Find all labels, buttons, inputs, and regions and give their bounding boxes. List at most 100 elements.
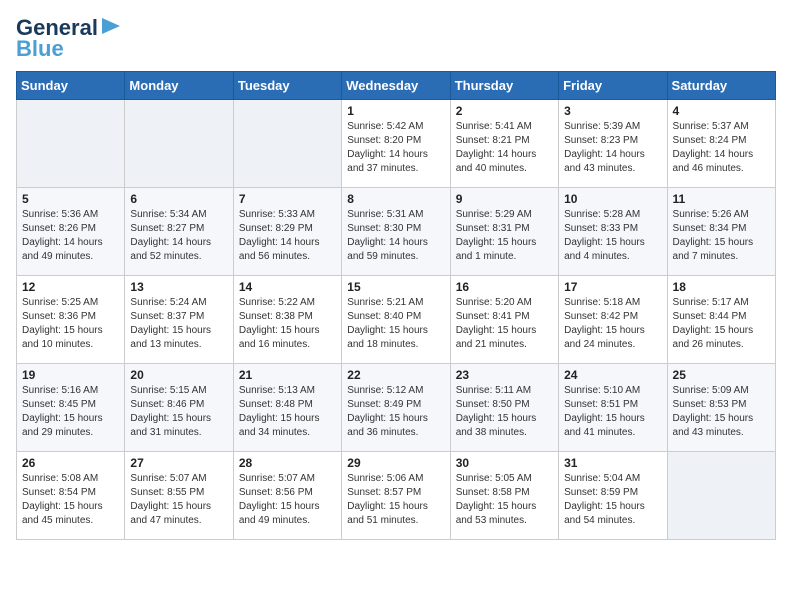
calendar-cell: 5 Sunrise: 5:36 AM Sunset: 8:26 PM Daylig…	[17, 188, 125, 276]
cell-info: Sunrise: 5:05 AM Sunset: 8:58 PM Dayligh…	[456, 472, 553, 528]
day-number: 30	[456, 456, 553, 470]
day-number: 2	[456, 104, 553, 118]
calendar-cell	[125, 100, 233, 188]
day-number: 28	[239, 456, 336, 470]
day-number: 29	[347, 456, 444, 470]
day-number: 16	[456, 280, 553, 294]
day-number: 14	[239, 280, 336, 294]
calendar-cell: 9 Sunrise: 5:29 AM Sunset: 8:31 PM Daylig…	[450, 188, 558, 276]
calendar-cell: 11 Sunrise: 5:26 AM Sunset: 8:34 PM Dayli…	[667, 188, 775, 276]
calendar-cell	[233, 100, 341, 188]
calendar-cell: 17 Sunrise: 5:18 AM Sunset: 8:42 PM Dayli…	[559, 276, 667, 364]
day-header-monday: Monday	[125, 72, 233, 100]
cell-info: Sunrise: 5:20 AM Sunset: 8:41 PM Dayligh…	[456, 296, 553, 352]
day-number: 19	[22, 368, 119, 382]
calendar-cell: 28 Sunrise: 5:07 AM Sunset: 8:56 PM Dayli…	[233, 452, 341, 540]
cell-info: Sunrise: 5:07 AM Sunset: 8:56 PM Dayligh…	[239, 472, 336, 528]
day-number: 25	[673, 368, 770, 382]
logo-arrow-icon	[102, 16, 122, 36]
cell-info: Sunrise: 5:10 AM Sunset: 8:51 PM Dayligh…	[564, 384, 661, 440]
day-number: 23	[456, 368, 553, 382]
day-number: 27	[130, 456, 227, 470]
cell-info: Sunrise: 5:39 AM Sunset: 8:23 PM Dayligh…	[564, 120, 661, 176]
cell-info: Sunrise: 5:24 AM Sunset: 8:37 PM Dayligh…	[130, 296, 227, 352]
cell-info: Sunrise: 5:22 AM Sunset: 8:38 PM Dayligh…	[239, 296, 336, 352]
cell-info: Sunrise: 5:26 AM Sunset: 8:34 PM Dayligh…	[673, 208, 770, 264]
day-number: 15	[347, 280, 444, 294]
cell-info: Sunrise: 5:29 AM Sunset: 8:31 PM Dayligh…	[456, 208, 553, 264]
calendar-cell: 12 Sunrise: 5:25 AM Sunset: 8:36 PM Dayli…	[17, 276, 125, 364]
cell-info: Sunrise: 5:42 AM Sunset: 8:20 PM Dayligh…	[347, 120, 444, 176]
calendar-cell: 23 Sunrise: 5:11 AM Sunset: 8:50 PM Dayli…	[450, 364, 558, 452]
cell-info: Sunrise: 5:36 AM Sunset: 8:26 PM Dayligh…	[22, 208, 119, 264]
cell-info: Sunrise: 5:07 AM Sunset: 8:55 PM Dayligh…	[130, 472, 227, 528]
calendar-cell: 24 Sunrise: 5:10 AM Sunset: 8:51 PM Dayli…	[559, 364, 667, 452]
cell-info: Sunrise: 5:34 AM Sunset: 8:27 PM Dayligh…	[130, 208, 227, 264]
calendar-cell: 6 Sunrise: 5:34 AM Sunset: 8:27 PM Daylig…	[125, 188, 233, 276]
day-number: 20	[130, 368, 227, 382]
day-number: 1	[347, 104, 444, 118]
day-number: 4	[673, 104, 770, 118]
page-header: General Blue	[16, 16, 776, 61]
calendar-cell: 1 Sunrise: 5:42 AM Sunset: 8:20 PM Daylig…	[342, 100, 450, 188]
day-number: 5	[22, 192, 119, 206]
cell-info: Sunrise: 5:16 AM Sunset: 8:45 PM Dayligh…	[22, 384, 119, 440]
calendar-cell: 20 Sunrise: 5:15 AM Sunset: 8:46 PM Dayli…	[125, 364, 233, 452]
calendar-cell: 15Sunrise: 5:21 AM Sunset: 8:40 PM Dayli…	[342, 276, 450, 364]
calendar-cell: 13 Sunrise: 5:24 AM Sunset: 8:37 PM Dayli…	[125, 276, 233, 364]
cell-info: Sunrise: 5:04 AM Sunset: 8:59 PM Dayligh…	[564, 472, 661, 528]
day-number: 31	[564, 456, 661, 470]
day-number: 26	[22, 456, 119, 470]
day-number: 22	[347, 368, 444, 382]
day-number: 8	[347, 192, 444, 206]
day-number: 24	[564, 368, 661, 382]
cell-info: Sunrise: 5:31 AM Sunset: 8:30 PM Dayligh…	[347, 208, 444, 264]
cell-info: Sunrise: 5:06 AM Sunset: 8:57 PM Dayligh…	[347, 472, 444, 528]
day-number: 12	[22, 280, 119, 294]
day-header-thursday: Thursday	[450, 72, 558, 100]
day-number: 11	[673, 192, 770, 206]
calendar-week-row: 1 Sunrise: 5:42 AM Sunset: 8:20 PM Daylig…	[17, 100, 776, 188]
day-number: 21	[239, 368, 336, 382]
calendar-cell: 26 Sunrise: 5:08 AM Sunset: 8:54 PM Dayli…	[17, 452, 125, 540]
cell-info: Sunrise: 5:18 AM Sunset: 8:42 PM Dayligh…	[564, 296, 661, 352]
calendar-cell: 25 Sunrise: 5:09 AM Sunset: 8:53 PM Dayli…	[667, 364, 775, 452]
cell-info: Sunrise: 5:28 AM Sunset: 8:33 PM Dayligh…	[564, 208, 661, 264]
cell-info: Sunrise: 5:41 AM Sunset: 8:21 PM Dayligh…	[456, 120, 553, 176]
calendar-week-row: 12 Sunrise: 5:25 AM Sunset: 8:36 PM Dayli…	[17, 276, 776, 364]
calendar-cell: 8 Sunrise: 5:31 AM Sunset: 8:30 PM Daylig…	[342, 188, 450, 276]
calendar-cell: 18Sunrise: 5:17 AM Sunset: 8:44 PM Dayli…	[667, 276, 775, 364]
day-number: 6	[130, 192, 227, 206]
calendar-week-row: 26 Sunrise: 5:08 AM Sunset: 8:54 PM Dayli…	[17, 452, 776, 540]
cell-info: Sunrise: 5:13 AM Sunset: 8:48 PM Dayligh…	[239, 384, 336, 440]
day-header-saturday: Saturday	[667, 72, 775, 100]
cell-info: Sunrise: 5:37 AM Sunset: 8:24 PM Dayligh…	[673, 120, 770, 176]
cell-info: Sunrise: 5:25 AM Sunset: 8:36 PM Dayligh…	[22, 296, 119, 352]
day-header-sunday: Sunday	[17, 72, 125, 100]
day-number: 18	[673, 280, 770, 294]
calendar-cell: 3 Sunrise: 5:39 AM Sunset: 8:23 PM Daylig…	[559, 100, 667, 188]
calendar-cell: 7Sunrise: 5:33 AM Sunset: 8:29 PM Daylig…	[233, 188, 341, 276]
cell-info: Sunrise: 5:12 AM Sunset: 8:49 PM Dayligh…	[347, 384, 444, 440]
calendar-cell: 16 Sunrise: 5:20 AM Sunset: 8:41 PM Dayli…	[450, 276, 558, 364]
cell-info: Sunrise: 5:15 AM Sunset: 8:46 PM Dayligh…	[130, 384, 227, 440]
cell-info: Sunrise: 5:11 AM Sunset: 8:50 PM Dayligh…	[456, 384, 553, 440]
calendar-cell: 31 Sunrise: 5:04 AM Sunset: 8:59 PM Dayli…	[559, 452, 667, 540]
calendar-cell: 29 Sunrise: 5:06 AM Sunset: 8:57 PM Dayli…	[342, 452, 450, 540]
calendar-cell	[17, 100, 125, 188]
calendar-week-row: 19 Sunrise: 5:16 AM Sunset: 8:45 PM Dayli…	[17, 364, 776, 452]
logo-text-blue: Blue	[16, 37, 64, 61]
calendar-cell: 21 Sunrise: 5:13 AM Sunset: 8:48 PM Dayli…	[233, 364, 341, 452]
cell-info: Sunrise: 5:09 AM Sunset: 8:53 PM Dayligh…	[673, 384, 770, 440]
calendar-header-row: SundayMondayTuesdayWednesdayThursdayFrid…	[17, 72, 776, 100]
day-number: 13	[130, 280, 227, 294]
day-number: 9	[456, 192, 553, 206]
cell-info: Sunrise: 5:08 AM Sunset: 8:54 PM Dayligh…	[22, 472, 119, 528]
calendar-cell: 10 Sunrise: 5:28 AM Sunset: 8:33 PM Dayli…	[559, 188, 667, 276]
day-number: 10	[564, 192, 661, 206]
day-number: 3	[564, 104, 661, 118]
calendar-cell: 30 Sunrise: 5:05 AM Sunset: 8:58 PM Dayli…	[450, 452, 558, 540]
day-number: 17	[564, 280, 661, 294]
calendar-cell: 2 Sunrise: 5:41 AM Sunset: 8:21 PM Daylig…	[450, 100, 558, 188]
calendar-cell: 27 Sunrise: 5:07 AM Sunset: 8:55 PM Dayli…	[125, 452, 233, 540]
